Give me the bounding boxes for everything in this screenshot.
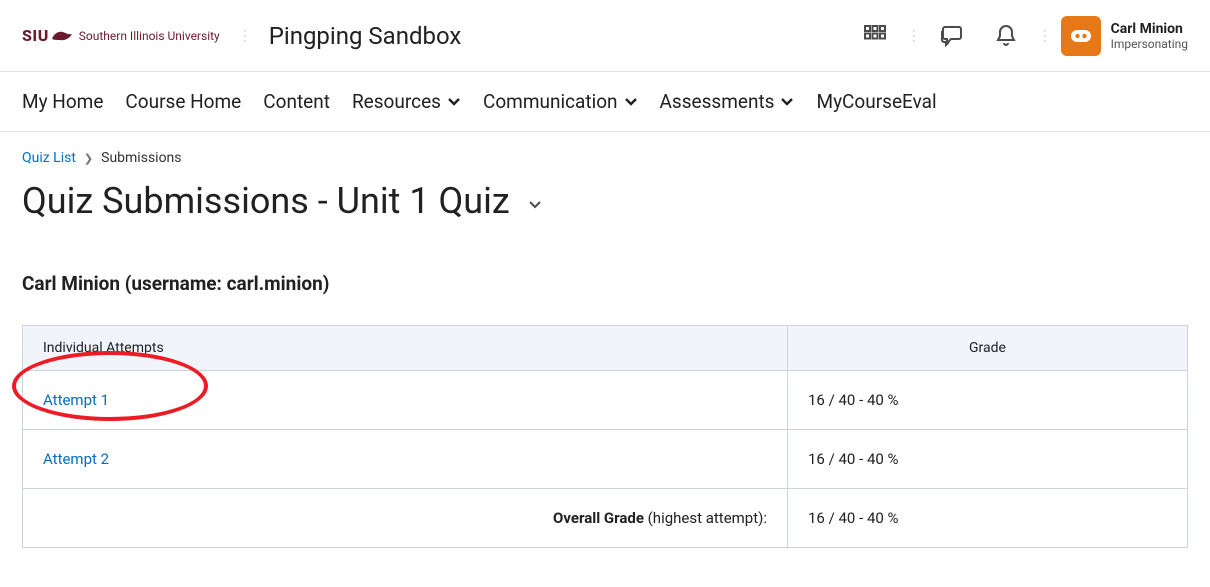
logo-long-text: Southern Illinois University <box>79 29 220 43</box>
breadcrumb-quiz-list[interactable]: Quiz List <box>22 150 76 166</box>
user-name: Carl Minion <box>1111 21 1188 37</box>
nav-label: Communication <box>483 90 618 113</box>
nav-label: Content <box>263 90 330 113</box>
avatar <box>1061 16 1101 56</box>
org-logo[interactable]: SIU Southern Illinois University <box>22 26 220 45</box>
user-text: Carl Minion Impersonating <box>1111 21 1188 51</box>
nav-content[interactable]: Content <box>263 90 330 113</box>
user-status: Impersonating <box>1111 37 1188 51</box>
main-content: Quiz List ❯ Submissions Quiz Submissions… <box>0 132 1210 578</box>
overall-grade-cell: 16 / 40 - 40 % <box>788 489 1188 548</box>
attempt-cell: Attempt 1 <box>23 371 788 430</box>
nav-resources[interactable]: Resources <box>352 90 461 113</box>
course-nav: My Home Course Home Content Resources Co… <box>0 72 1210 132</box>
avatar-mask-icon <box>1070 29 1092 43</box>
table-row: Attempt 1 16 / 40 - 40 % <box>23 371 1188 430</box>
separator-icon: ⋮ <box>1038 28 1051 44</box>
nav-label: Resources <box>352 90 441 113</box>
user-menu[interactable]: Carl Minion Impersonating <box>1061 16 1188 56</box>
saluki-icon <box>51 29 73 43</box>
page-title-row: Quiz Submissions - Unit 1 Quiz <box>22 180 1188 222</box>
header-right: ⋮ ⋮ Carl Minion Impersonatin <box>853 14 1188 58</box>
grade-cell: 16 / 40 - 40 % <box>788 430 1188 489</box>
nav-label: Course Home <box>125 90 241 113</box>
attempts-table: Individual Attempts Grade Attempt 1 16 /… <box>22 325 1188 548</box>
attempt-cell: Attempt 2 <box>23 430 788 489</box>
student-info: Carl Minion (username: carl.minion) <box>22 272 1188 295</box>
apps-grid-button[interactable] <box>853 14 897 58</box>
bell-icon <box>994 23 1018 49</box>
nav-label: Assessments <box>660 90 775 113</box>
nav-course-home[interactable]: Course Home <box>125 90 241 113</box>
chevron-down-icon <box>780 97 794 107</box>
table-wrapper: Individual Attempts Grade Attempt 1 16 /… <box>22 325 1188 548</box>
breadcrumb: Quiz List ❯ Submissions <box>22 150 1188 166</box>
separator-icon: ⋮ <box>238 28 251 44</box>
separator-icon: ⋮ <box>907 28 920 44</box>
chevron-right-icon: ❯ <box>84 152 93 165</box>
apps-grid-icon <box>863 24 887 48</box>
nav-label: My Home <box>22 90 103 113</box>
overall-label-cell: Overall Grade (highest attempt): <box>23 489 788 548</box>
overall-sub: (highest attempt): <box>644 509 767 527</box>
breadcrumb-current: Submissions <box>101 150 181 166</box>
chat-icon <box>939 23 965 49</box>
attempt-link[interactable]: Attempt 2 <box>43 450 109 468</box>
header-bar: SIU Southern Illinois University ⋮ Pingp… <box>0 0 1210 72</box>
overall-label: Overall Grade <box>553 509 644 527</box>
col-header-grade: Grade <box>788 326 1188 371</box>
notifications-button[interactable] <box>984 14 1028 58</box>
col-header-attempts: Individual Attempts <box>23 326 788 371</box>
course-title[interactable]: Pingping Sandbox <box>269 22 462 50</box>
page-title: Quiz Submissions - Unit 1 Quiz <box>22 180 510 222</box>
nav-communication[interactable]: Communication <box>483 90 638 113</box>
nav-my-home[interactable]: My Home <box>22 90 103 113</box>
nav-assessments[interactable]: Assessments <box>660 90 795 113</box>
table-row: Attempt 2 16 / 40 - 40 % <box>23 430 1188 489</box>
chevron-down-icon <box>624 97 638 107</box>
messages-button[interactable] <box>930 14 974 58</box>
logo-short: SIU <box>22 26 73 45</box>
logo-short-text: SIU <box>22 26 49 45</box>
chevron-down-icon <box>528 200 542 210</box>
table-row-overall: Overall Grade (highest attempt): 16 / 40… <box>23 489 1188 548</box>
nav-label: MyCourseEval <box>816 90 936 113</box>
chevron-down-icon <box>447 97 461 107</box>
page-actions-dropdown[interactable] <box>528 192 542 210</box>
grade-cell: 16 / 40 - 40 % <box>788 371 1188 430</box>
nav-mycourseeval[interactable]: MyCourseEval <box>816 90 936 113</box>
attempt-link[interactable]: Attempt 1 <box>43 391 109 409</box>
header-left: SIU Southern Illinois University ⋮ Pingp… <box>22 22 461 50</box>
